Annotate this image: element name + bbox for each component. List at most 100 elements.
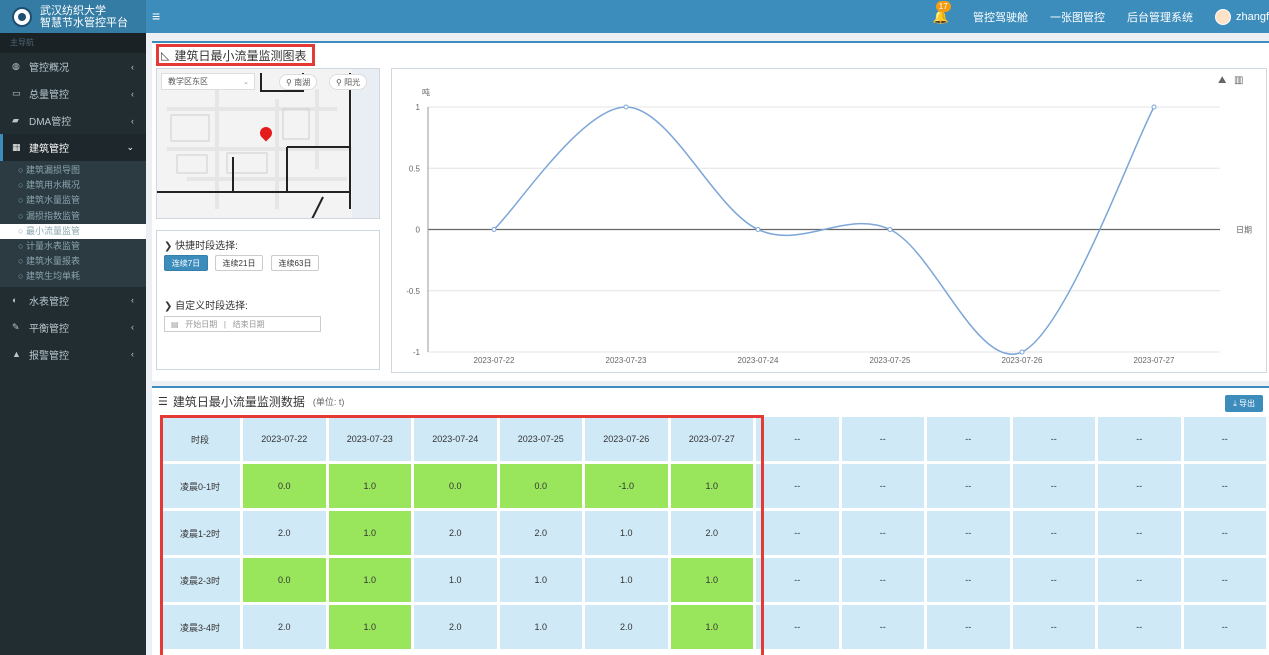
sidebar-item-overview[interactable]: ◍ 管控概况 ‹ — [0, 53, 146, 80]
value-cell: -- — [927, 558, 1010, 602]
submenu-item-leak-map[interactable]: ○ 建筑漏损导图 — [0, 163, 146, 178]
export-label: 导出 — [1239, 399, 1255, 408]
x-tick-label: 2023-07-22 — [474, 356, 515, 365]
value-cell: -- — [841, 464, 924, 508]
range-7-days-button[interactable]: 连续7日 — [164, 255, 208, 271]
logo-line2: 智慧节水管控平台 — [40, 16, 128, 29]
value-cell: 2.0 — [499, 511, 582, 555]
chevron-right-icon: ❯ — [164, 301, 173, 312]
submenu-item-usage[interactable]: ○ 建筑用水概况 — [0, 178, 146, 193]
export-button[interactable]: ⤓ 导出 — [1225, 395, 1263, 412]
yangguang-button[interactable]: ⚲ 阳光 — [329, 74, 368, 90]
nanhu-button[interactable]: ⚲ 南湖 — [279, 74, 318, 90]
value-cell: 1.0 — [499, 605, 582, 649]
line-chart-toggle-icon[interactable]: ⛰ — [1218, 75, 1227, 86]
calendar-icon: ▦ — [12, 142, 21, 152]
value-cell: 1.0 — [414, 558, 497, 602]
chevron-left-icon: ‹ — [131, 115, 134, 126]
campus-map[interactable]: 教学区东区 ⌄ ⚲ 南湖 ⚲ 阳光 — [156, 68, 380, 219]
submenu-label: 建筑水量报表 — [25, 256, 80, 267]
value-cell: 1.0 — [670, 558, 753, 602]
header-cell-date: -- — [927, 417, 1010, 461]
top-right-nav: 🔔 17 管控驾驶舱 一张图管控 后台管理系统 zhangf — [933, 0, 1269, 33]
value-cell: 1.0 — [328, 558, 411, 602]
submenu-item-report[interactable]: ○ 建筑水量报表 — [0, 254, 146, 269]
range-63-days-button[interactable]: 连续63日 — [271, 255, 319, 271]
quick-range-label: ❯ 快捷时段选择: — [164, 237, 238, 252]
header-cell-date: -- — [1098, 417, 1181, 461]
submenu-item-min-flow[interactable]: ○ 最小流量监管 — [0, 223, 146, 239]
value-cell: -- — [1012, 464, 1095, 508]
sidebar-item-dma[interactable]: ▰ DMA管控 ‹ — [0, 107, 146, 134]
date-range-picker[interactable]: ▤ 开始日期 | 结束日期 — [164, 316, 321, 332]
custom-range-label-text: 自定义时段选择: — [175, 301, 248, 312]
table-box-title: ☰ 建筑日最小流量监测数据 (单位: t) — [158, 393, 344, 410]
sidebar-item-label: 管控概况 — [29, 63, 69, 74]
y-tick-label: 1 — [416, 103, 421, 112]
value-cell: 1.0 — [585, 511, 668, 555]
header-cell-date: -- — [841, 417, 924, 461]
edit-icon: ✎ — [12, 321, 20, 332]
header-cell-date: -- — [1183, 417, 1266, 461]
y-tick-label: 0.5 — [409, 164, 421, 173]
range-21-days-button[interactable]: 连续21日 — [215, 255, 263, 271]
avatar — [1214, 8, 1231, 25]
sidebar-item-building[interactable]: ▦ 建筑管控 ⌄ — [0, 134, 146, 161]
sidebar-item-alarm[interactable]: ▲ 报警管控 ‹ — [0, 341, 146, 368]
link-map-control[interactable]: 一张图管控 — [1050, 9, 1105, 25]
chart-box: ◺ 建筑日最小流量监测图表 教学区东区 ⌄ ⚲ 南湖 ⚲ 阳光 ❯ 快捷时段选择… — [152, 41, 1269, 381]
data-point — [623, 104, 629, 110]
logo-area[interactable]: 武汉纺织大学 智慧节水管控平台 — [0, 0, 146, 33]
value-cell: 0.0 — [414, 464, 497, 508]
dashboard-icon: ◍ — [12, 61, 20, 71]
value-cell: -- — [756, 511, 839, 555]
submenu-item-volume[interactable]: ○ 建筑水量监管 — [0, 193, 146, 208]
link-admin-system[interactable]: 后台管理系统 — [1127, 9, 1193, 25]
map-pin-icon: ⚲ — [336, 77, 342, 87]
bell-icon[interactable]: 🔔 17 — [933, 0, 951, 25]
submenu-item-meter[interactable]: ○ 计量水表监管 — [0, 239, 146, 254]
value-cell: -- — [1098, 558, 1181, 602]
x-tick-label: 2023-07-23 — [606, 356, 647, 365]
submenu-label: 建筑用水概况 — [25, 180, 80, 191]
table-row: 凌晨0-1时 0.0 1.0 0.0 0.0 -1.0 1.0 -- -- -- -- -- -- — [160, 464, 1266, 508]
table-row: 凌晨1-2时 2.0 1.0 2.0 2.0 1.0 2.0 -- -- -- -- -- -- — [160, 511, 1266, 555]
submenu-label: 计量水表监管 — [25, 240, 80, 251]
value-cell: 1.0 — [328, 605, 411, 649]
chevron-right-icon: ❯ — [164, 241, 173, 252]
sidebar-item-balance[interactable]: ✎ 平衡管控 ‹ — [0, 314, 146, 341]
sidebar-item-total[interactable]: ▭ 总量管控 ‹ — [0, 80, 146, 107]
header-cell-date: -- — [1012, 417, 1095, 461]
y-tick-label: -1 — [413, 348, 421, 357]
sidebar-item-meter-control[interactable]: ◐ 水表管控 ‹ — [0, 287, 146, 314]
value-cell: -- — [756, 558, 839, 602]
value-cell: -- — [1012, 511, 1095, 555]
sidebar-item-label: 水表管控 — [29, 296, 69, 308]
gauge-icon: ◐ — [12, 295, 18, 305]
chevron-left-icon: ‹ — [131, 295, 134, 305]
x-tick-label: 2023-07-26 — [1002, 356, 1043, 365]
bar-chart-toggle-icon[interactable]: ▥ — [1234, 75, 1243, 86]
value-cell: 0.0 — [243, 558, 326, 602]
chevron-left-icon: ‹ — [131, 349, 134, 359]
hamburger-icon[interactable]: ≡ — [152, 8, 160, 24]
area-select[interactable]: 教学区东区 ⌄ — [161, 73, 255, 90]
start-date-input[interactable]: 开始日期 — [185, 319, 217, 330]
custom-range-label: ❯ 自定义时段选择: — [164, 297, 248, 312]
user-menu[interactable]: zhangf — [1214, 8, 1269, 25]
table-unit: (单位: t) — [312, 397, 345, 407]
series-line — [493, 106, 1155, 355]
value-cell: -- — [756, 605, 839, 649]
end-date-input[interactable]: 结束日期 — [233, 319, 265, 330]
value-cell: 2.0 — [243, 605, 326, 649]
header-cell-date: -- — [756, 417, 839, 461]
value-cell: -- — [756, 464, 839, 508]
header-cell-date: 2023-07-22 — [243, 417, 326, 461]
header-cell-period: 时段 — [160, 417, 240, 461]
nanhu-label: 南湖 — [294, 77, 311, 87]
value-cell: 1.0 — [670, 464, 753, 508]
submenu-item-per-capita[interactable]: ○ 建筑生均单耗 — [0, 269, 146, 284]
value-cell: 0.0 — [243, 464, 326, 508]
submenu-item-leak-index[interactable]: ○ 漏损指数监管 — [0, 209, 146, 224]
link-cockpit[interactable]: 管控驾驶舱 — [973, 9, 1028, 25]
